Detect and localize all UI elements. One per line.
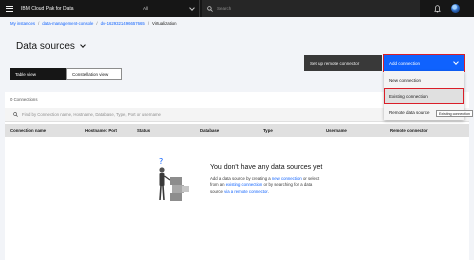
column-username[interactable]: Username <box>326 128 347 133</box>
breadcrumb-my-instances[interactable]: My instances <box>10 21 35 26</box>
svg-text:?: ? <box>159 157 163 166</box>
breadcrumb-separator: / <box>96 20 98 26</box>
column-status[interactable]: Status <box>137 128 150 133</box>
column-connection-name[interactable]: Connection name <box>10 128 46 133</box>
search-icon <box>13 112 18 117</box>
page-title: Data sources <box>16 41 75 52</box>
chevron-down-icon <box>453 59 459 65</box>
avatar-image <box>450 4 460 13</box>
breadcrumb-instance[interactable]: data-management-console <box>42 21 93 26</box>
search-icon <box>207 5 213 12</box>
search-scope-dropdown[interactable]: All <box>138 0 200 17</box>
existing-connection-tooltip: Existing connection <box>436 110 473 117</box>
breadcrumb-separator: / <box>38 20 40 26</box>
breadcrumb-dv[interactable]: dv-1629321496657665 <box>101 21 145 26</box>
breadcrumb-separator: / <box>147 20 150 26</box>
chevron-down-icon <box>80 42 86 48</box>
connection-count: 0 Connections <box>10 97 38 102</box>
add-connection-label: Add connection <box>389 60 421 66</box>
add-connection-button[interactable]: Add connection <box>382 53 466 73</box>
empty-text-part: . <box>267 188 269 194</box>
column-type[interactable]: Type <box>263 128 273 133</box>
tab-constellation-view[interactable]: Constellation view <box>66 68 122 80</box>
breadcrumb-current: Virtualization <box>152 20 177 26</box>
search-scope-value: All <box>143 6 149 11</box>
remote-connector-link[interactable]: via a remote connector <box>224 189 267 194</box>
user-avatar[interactable] <box>446 0 464 17</box>
column-remote-connector[interactable]: Remote connector <box>390 128 428 133</box>
page-title-dropdown[interactable]: Data sources <box>16 41 86 52</box>
empty-state-title: You don't have any data sources yet <box>210 164 323 171</box>
column-hostname-port[interactable]: Hostname: Port <box>85 128 117 133</box>
notifications-bell-icon[interactable] <box>428 0 446 17</box>
breadcrumb: My instances / data-management-console /… <box>10 19 177 27</box>
new-connection-link[interactable]: new connection <box>272 176 302 181</box>
search-input[interactable] <box>217 6 397 11</box>
menu-item-new-connection[interactable]: New connection <box>384 73 464 87</box>
empty-text-part: Add a data source by creating a <box>210 176 272 181</box>
view-switcher: Table view Constellation view <box>10 68 122 80</box>
product-name[interactable]: IBM Cloud Pak for Data <box>21 6 74 12</box>
menu-item-existing-connection[interactable]: Existing connection <box>384 88 464 104</box>
table-header: Connection name Hostname: Port Status Da… <box>5 124 469 137</box>
chevron-down-icon <box>189 4 195 11</box>
hamburger-menu-icon[interactable] <box>2 0 16 17</box>
empty-state-illustration: ? <box>159 157 189 201</box>
column-database[interactable]: Database <box>200 128 219 133</box>
set-up-remote-connector-button[interactable]: Set up remote connector <box>304 55 382 71</box>
filter-input[interactable] <box>22 112 322 117</box>
global-search <box>202 0 420 17</box>
tab-table-view[interactable]: Table view <box>10 68 66 80</box>
empty-state-description: Add a data source by creating a new conn… <box>210 176 326 195</box>
existing-connection-link[interactable]: existing connection <box>226 182 263 187</box>
